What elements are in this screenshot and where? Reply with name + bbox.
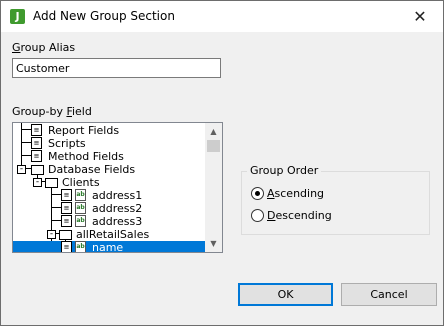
ascending-label[interactable]: Ascending — [267, 187, 324, 200]
group-by-field-label: Group-by Field — [12, 105, 92, 118]
close-icon: ✕ — [413, 7, 427, 26]
ascending-radio[interactable] — [251, 187, 264, 200]
document-icon: ≡ — [31, 124, 42, 136]
collapse-toggle[interactable]: - — [33, 178, 42, 187]
document-icon: ≡ — [61, 241, 72, 252]
group-order-legend: Group Order — [247, 164, 322, 177]
field-icon: ab — [75, 189, 86, 201]
group-order-box — [241, 171, 430, 235]
folder-open-icon — [31, 165, 44, 175]
scroll-up-icon[interactable]: ▲ — [205, 123, 222, 140]
tree-item-name[interactable]: ≡ ab name — [13, 241, 206, 252]
group-by-field-tree[interactable]: ≡ Report Fields ≡ Scripts ≡ Method Field… — [12, 122, 223, 253]
field-icon: ab — [75, 215, 86, 227]
document-icon: ≡ — [31, 137, 42, 149]
group-alias-label: Group Alias — [12, 41, 76, 54]
collapse-toggle[interactable]: - — [47, 230, 56, 239]
tree-item-method-fields[interactable]: ≡ Method Fields — [13, 150, 206, 163]
document-icon: ≡ — [61, 202, 72, 214]
scroll-thumb[interactable] — [207, 140, 220, 152]
tree-item-address2[interactable]: ≡ ab address2 — [13, 202, 206, 215]
cancel-button[interactable]: Cancel — [341, 283, 437, 306]
title-bar[interactable]: J Add New Group Section ✕ — [1, 1, 443, 32]
window-title: Add New Group Section — [33, 9, 175, 23]
descending-label[interactable]: Descending — [267, 209, 332, 222]
descending-radio[interactable] — [251, 209, 264, 222]
document-icon: ≡ — [61, 215, 72, 227]
tree-item-report-fields[interactable]: ≡ Report Fields — [13, 124, 206, 137]
ok-button[interactable]: OK — [238, 283, 333, 306]
tree-vertical-scrollbar[interactable]: ▲ ▼ — [205, 123, 222, 252]
tree-item-address3[interactable]: ≡ ab address3 — [13, 215, 206, 228]
document-icon: ≡ — [31, 150, 42, 162]
tree-item-allretailsales[interactable]: - allRetailSales — [13, 228, 206, 241]
document-icon: ≡ — [61, 189, 72, 201]
folder-open-icon — [59, 230, 72, 240]
field-icon: ab — [75, 202, 86, 214]
tree-item-scripts[interactable]: ≡ Scripts — [13, 137, 206, 150]
close-button[interactable]: ✕ — [397, 1, 443, 32]
folder-open-icon — [45, 178, 58, 188]
tree-item-clients[interactable]: - Clients — [13, 176, 206, 189]
collapse-toggle[interactable]: - — [17, 165, 26, 174]
dialog-window: J Add New Group Section ✕ Group Alias Gr… — [0, 0, 444, 326]
tree-item-database-fields[interactable]: - Database Fields — [13, 163, 206, 176]
scroll-down-icon[interactable]: ▼ — [205, 235, 222, 252]
tree-item-address1[interactable]: ≡ ab address1 — [13, 189, 206, 202]
field-icon: ab — [75, 241, 86, 252]
group-alias-input[interactable] — [12, 58, 221, 78]
app-icon: J — [10, 9, 25, 24]
